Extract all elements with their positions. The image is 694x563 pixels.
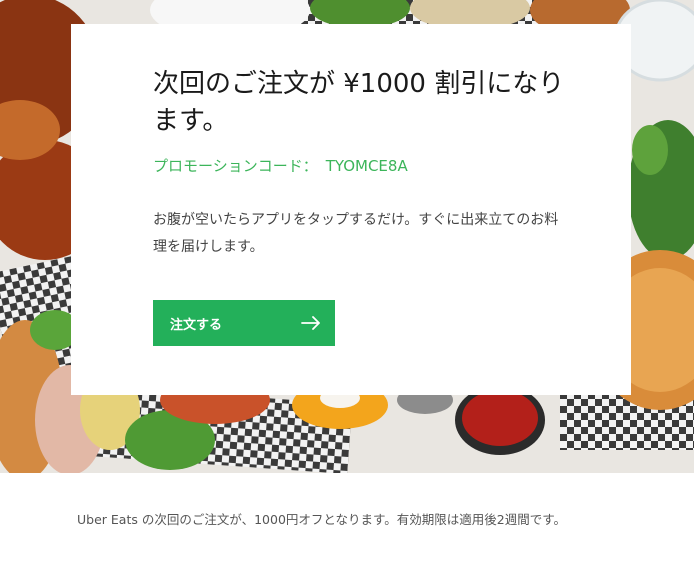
order-button[interactable]: 注文する [153, 300, 335, 346]
promo-description: お腹が空いたらアプリをタップするだけ。すぐに出来立てのお料理を届けします。 [153, 212, 559, 255]
footer-text: Uber Eats の次回のご注文が、1000円オフとなります。有効期限は適用後… [77, 512, 566, 527]
promo-code-label: プロモーションコード： [153, 157, 318, 175]
promo-card: 次回のご注文が ¥1000 割引になります。 プロモーションコード： TYOMCE… [71, 24, 631, 395]
promo-code-value: TYOMCE8A [325, 157, 408, 175]
order-button-label: 注文する [170, 317, 223, 333]
promo-code-line: プロモーションコード： TYOMCE8A [153, 155, 408, 176]
promo-title: 次回のご注文が ¥1000 割引になります。 [153, 69, 565, 136]
arrow-right-icon [301, 316, 320, 330]
